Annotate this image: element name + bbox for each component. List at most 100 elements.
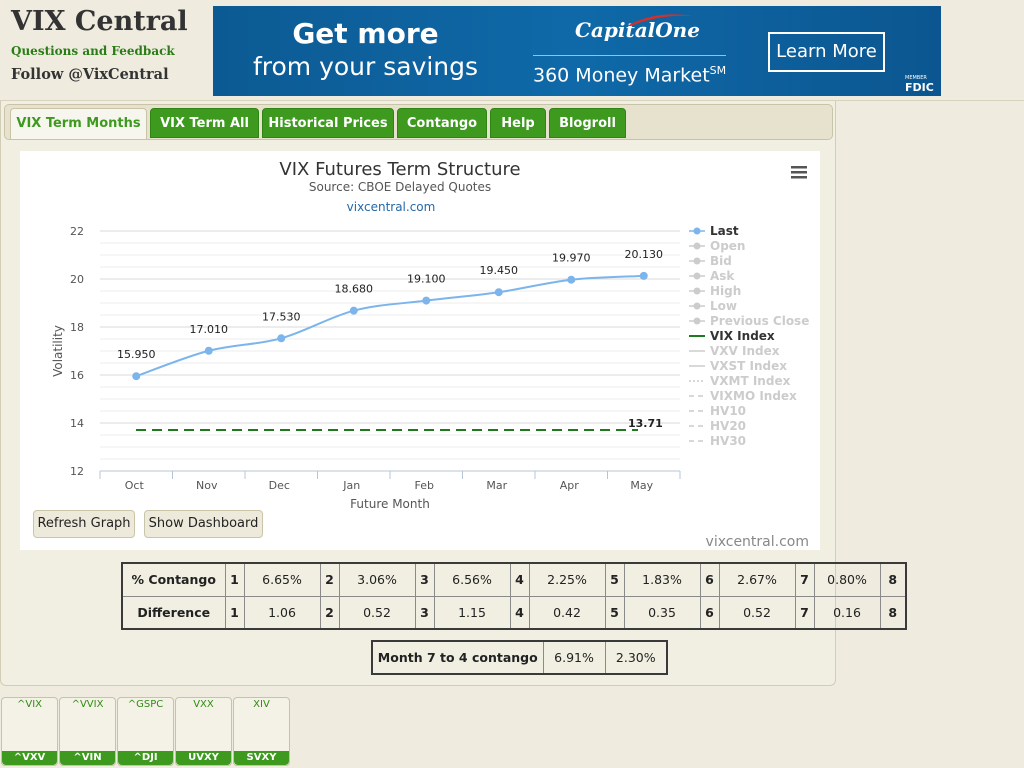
ad-banner[interactable]: Get more from your savings CapitalOne 36… bbox=[213, 6, 941, 96]
menu-bar bbox=[791, 171, 807, 174]
legend-item: Open bbox=[710, 239, 745, 253]
tab-contango[interactable]: Contango bbox=[397, 108, 487, 138]
ad-product-mark: SM bbox=[709, 64, 727, 77]
legend-item: VIX Index bbox=[710, 329, 775, 343]
y-tick-label: 20 bbox=[70, 273, 84, 286]
month-cell: 1 bbox=[224, 562, 245, 597]
ticker-bottom[interactable]: SVXY bbox=[234, 751, 289, 765]
contango-table: % Contango 1 6.65% 2 3.06% 3 6.56% 4 2.2… bbox=[121, 562, 907, 630]
month-cell: 2 bbox=[319, 595, 340, 630]
legend-item: HV10 bbox=[710, 404, 746, 418]
x-tick-label: Jan bbox=[342, 479, 360, 492]
contango-cell: 2.67% bbox=[718, 562, 796, 597]
table-row-difference: Difference 1 1.06 2 0.52 3 1.15 4 0.42 5… bbox=[121, 595, 907, 630]
last-data-label: 15.950 bbox=[117, 348, 156, 361]
legend-symbol bbox=[693, 272, 701, 280]
table-row: Month 7 to 4 contango 6.91% 2.30% bbox=[371, 640, 668, 675]
ticker-bottom[interactable]: ^VXV bbox=[2, 751, 57, 765]
month-cell: 8 bbox=[879, 562, 907, 597]
last-data-label: 17.530 bbox=[262, 310, 301, 323]
learn-more-button[interactable]: Learn More bbox=[768, 32, 885, 72]
legend-item: Ask bbox=[710, 269, 735, 283]
month-cell: 6 bbox=[699, 595, 720, 630]
ad-headline: Get more from your savings bbox=[213, 18, 518, 84]
ticker-tile-gspc[interactable]: ^GSPC ^DJI bbox=[117, 697, 174, 766]
legend-item: Low bbox=[710, 299, 737, 313]
tab-vix-term-months[interactable]: VIX Term Months bbox=[10, 108, 147, 139]
difference-cell: 0.35 bbox=[623, 595, 701, 630]
month-cell: 7 bbox=[794, 562, 815, 597]
legend-item: VXMT Index bbox=[710, 374, 791, 388]
ticker-tile-vix[interactable]: ^VIX ^VXV bbox=[1, 697, 58, 766]
chart-subtitle: Source: CBOE Delayed Quotes bbox=[309, 180, 491, 194]
x-tick-label: Oct bbox=[125, 479, 145, 492]
difference-cell: 1.15 bbox=[433, 595, 511, 630]
ticker-tile-vxx[interactable]: VXX UVXY bbox=[175, 697, 232, 766]
chart-site-label: vixcentral.com bbox=[347, 200, 436, 214]
y-tick-label: 12 bbox=[70, 465, 84, 478]
month-cell: 8 bbox=[879, 595, 907, 630]
refresh-graph-button[interactable]: Refresh Graph bbox=[33, 510, 135, 538]
legend-symbol bbox=[693, 242, 701, 250]
x-tick-label: May bbox=[630, 479, 653, 492]
y-tick-label: 18 bbox=[70, 321, 84, 334]
last-data-label: 17.010 bbox=[190, 323, 229, 336]
feedback-link[interactable]: Questions and Feedback bbox=[11, 44, 175, 58]
legend-symbol bbox=[693, 257, 701, 265]
month-cell: 5 bbox=[604, 595, 625, 630]
month-cell: 3 bbox=[414, 595, 435, 630]
month-cell: 5 bbox=[604, 562, 625, 597]
follow-link[interactable]: Follow @VixCentral bbox=[11, 66, 169, 83]
legend-item: VIXMO Index bbox=[710, 389, 797, 403]
ticker-tile-xiv[interactable]: XIV SVXY bbox=[233, 697, 290, 766]
last-data-point bbox=[204, 346, 213, 355]
legend-item: High bbox=[710, 284, 741, 298]
last-data-point bbox=[639, 271, 648, 280]
table-row-contango: % Contango 1 6.65% 2 3.06% 3 6.56% 4 2.2… bbox=[121, 562, 907, 597]
ticker-top[interactable]: VXX bbox=[176, 699, 231, 710]
show-dashboard-button[interactable]: Show Dashboard bbox=[144, 510, 263, 538]
last-data-point bbox=[494, 288, 503, 297]
ticker-bottom[interactable]: UVXY bbox=[176, 751, 231, 765]
difference-cell: 0.42 bbox=[528, 595, 606, 630]
tab-vix-term-all[interactable]: VIX Term All bbox=[150, 108, 259, 138]
ticker-tile-vvix[interactable]: ^VVIX ^VIN bbox=[59, 697, 116, 766]
ticker-bottom[interactable]: ^VIN bbox=[60, 751, 115, 765]
last-data-label: 19.100 bbox=[407, 273, 446, 286]
last-data-point bbox=[132, 372, 141, 381]
last-data-point bbox=[277, 334, 286, 343]
month-cell: 4 bbox=[509, 562, 530, 597]
x-axis-title: Future Month bbox=[350, 497, 430, 511]
tab-help[interactable]: Help bbox=[490, 108, 546, 138]
row-label: Difference bbox=[121, 595, 226, 630]
y-tick-label: 14 bbox=[70, 417, 84, 430]
ticker-top[interactable]: ^VVIX bbox=[60, 699, 115, 710]
x-tick-label: Apr bbox=[560, 479, 580, 492]
legend-symbol bbox=[693, 317, 701, 325]
legend-item: Previous Close bbox=[710, 314, 809, 328]
ticker-top[interactable]: XIV bbox=[234, 699, 289, 710]
ad-headline-line1: Get more bbox=[292, 17, 439, 50]
difference-cell: 1.06 bbox=[243, 595, 321, 630]
ticker-bottom[interactable]: ^DJI bbox=[118, 751, 173, 765]
ad-divider bbox=[533, 55, 726, 56]
chart-menu-icon[interactable] bbox=[791, 166, 807, 179]
x-tick-label: Mar bbox=[486, 479, 507, 492]
site-title[interactable]: VIX Central bbox=[11, 6, 188, 37]
contango-cell: 0.80% bbox=[813, 562, 881, 597]
x-tick-label: Feb bbox=[415, 479, 434, 492]
ad-product: 360 Money MarketSM bbox=[533, 64, 726, 86]
last-data-point bbox=[567, 275, 576, 284]
ticker-top[interactable]: ^VIX bbox=[2, 699, 57, 710]
ticker-top[interactable]: ^GSPC bbox=[118, 699, 173, 710]
chart-title: VIX Futures Term Structure bbox=[279, 159, 520, 180]
legend-item: VXST Index bbox=[710, 359, 787, 373]
month-cell: 4 bbox=[509, 595, 530, 630]
y-tick-label: 22 bbox=[70, 225, 84, 238]
month-cell: 7 bbox=[794, 595, 815, 630]
legend-symbol bbox=[693, 227, 701, 235]
tab-blogroll[interactable]: Blogroll bbox=[549, 108, 626, 138]
month-7-to-4-table: Month 7 to 4 contango 6.91% 2.30% bbox=[371, 640, 668, 675]
tab-historical-prices[interactable]: Historical Prices bbox=[262, 108, 394, 138]
month-cell: 1 bbox=[224, 595, 245, 630]
